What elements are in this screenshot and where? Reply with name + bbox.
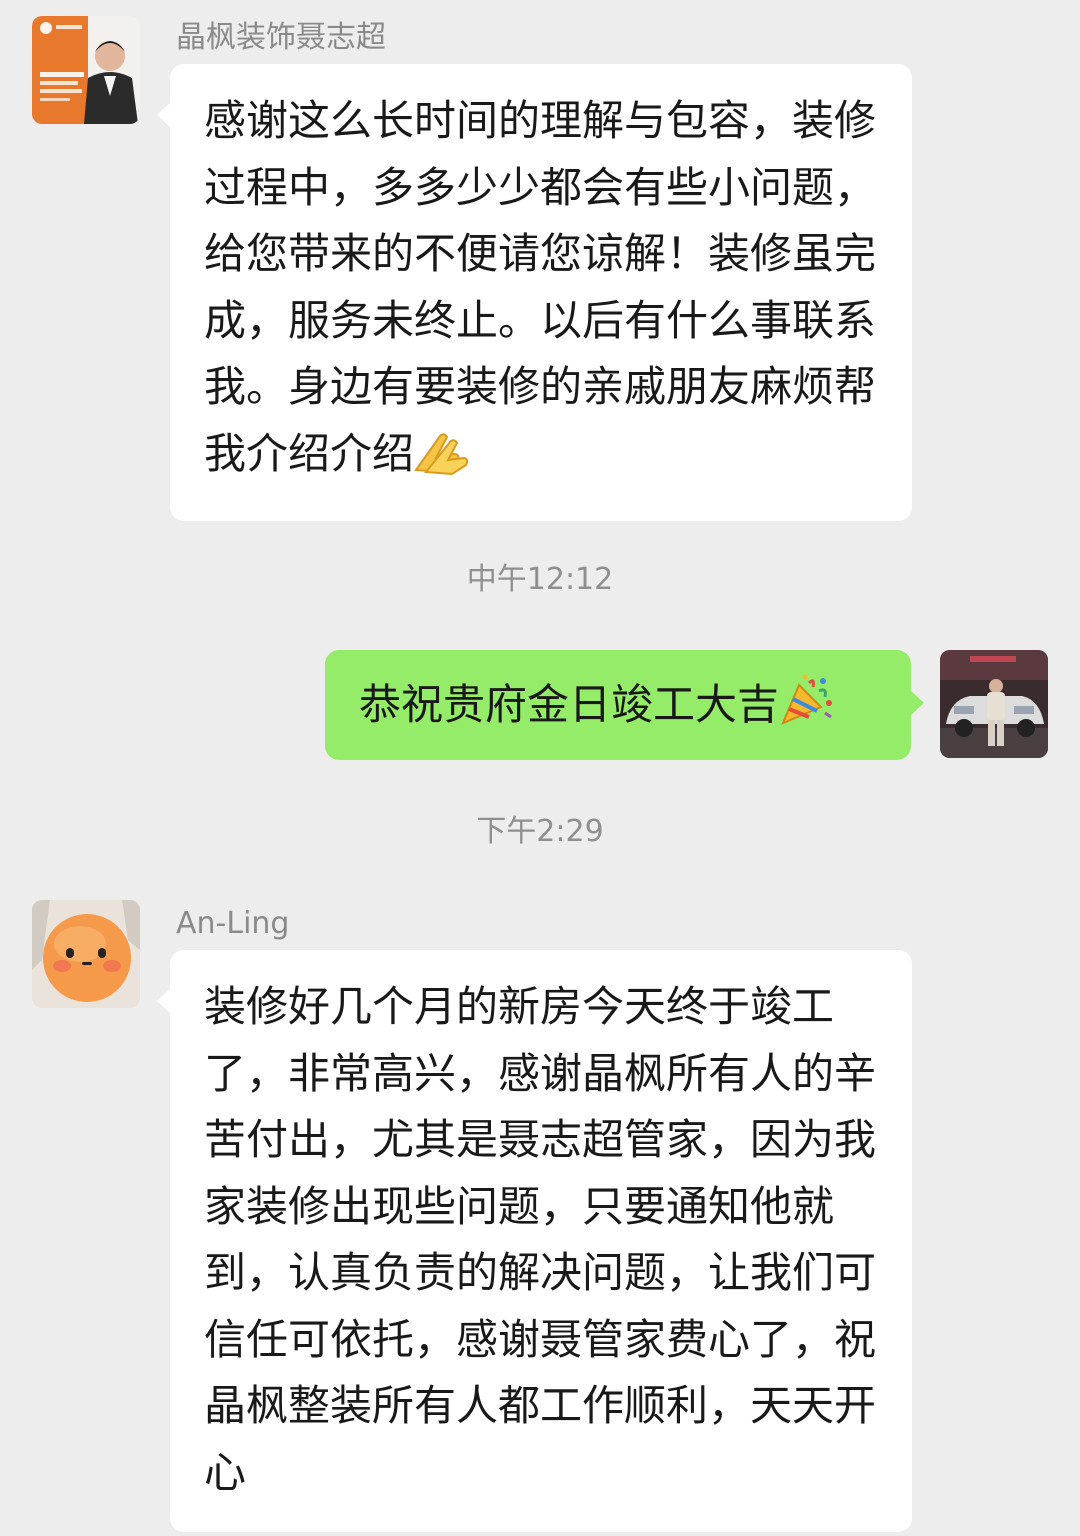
sender-name: 晶枫装饰聂志超 <box>176 20 386 55</box>
avatar-an-ling[interactable] <box>32 900 140 1008</box>
message-text: 装修好几个月的新房今天终于竣工了，非常高兴，感谢晶枫所有人的辛苦付出，尤其是聂志… <box>204 982 877 1497</box>
timestamp: 中午12:12 <box>466 562 614 597</box>
orange-face-icon <box>32 900 140 1008</box>
sender-name: An-Ling <box>176 906 290 941</box>
folded-hands-icon <box>414 428 470 496</box>
person-photo-icon <box>32 16 140 124</box>
party-popper-icon <box>779 673 833 746</box>
timestamp: 下午2:29 <box>476 814 604 849</box>
message-bubble[interactable]: 恭祝贵府金日竣工大吉 <box>325 650 924 760</box>
message-text: 恭祝贵府金日竣工大吉 <box>359 680 780 729</box>
avatar-jingfeng-nie[interactable] <box>32 16 140 124</box>
person-with-car-photo-icon <box>940 650 1048 758</box>
message-text: 感谢这么长时间的理解与包容，装修过程中，多多少少都会有些小问题，给您带来的不便请… <box>204 96 877 478</box>
message-bubble[interactable]: 感谢这么长时间的理解与包容，装修过程中，多多少少都会有些小问题，给您带来的不便请… <box>157 64 912 521</box>
avatar-self[interactable] <box>940 650 1048 758</box>
message-bubble[interactable]: 装修好几个月的新房今天终于竣工了，非常高兴，感谢晶枫所有人的辛苦付出，尤其是聂志… <box>157 950 912 1532</box>
